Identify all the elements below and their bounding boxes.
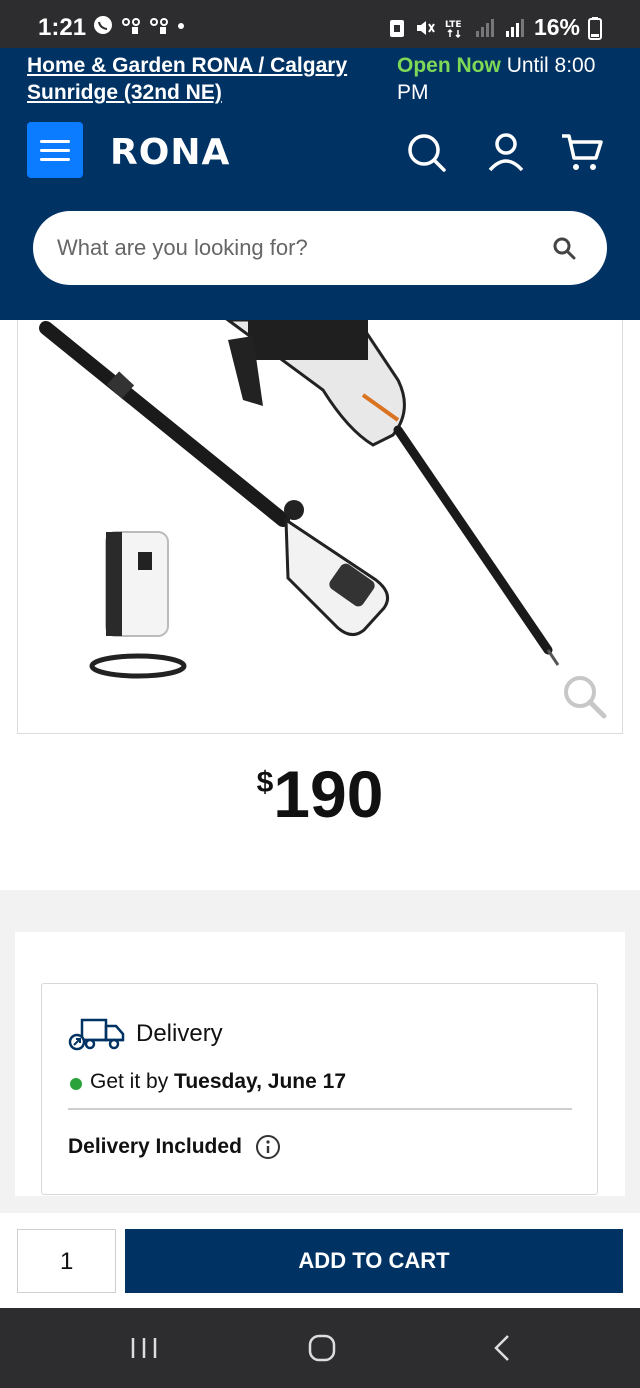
product-image[interactable] [17, 320, 623, 734]
info-icon[interactable] [255, 1134, 281, 1160]
menu-icon-line [40, 157, 70, 161]
rona-logo[interactable]: RONA [110, 132, 230, 173]
price-amount: 190 [273, 757, 384, 831]
voicemail-icon [150, 18, 168, 34]
store-name-link[interactable]: Home & Garden RONA / Calgary Sunridge (3… [27, 52, 377, 106]
product-price: $190 [0, 756, 640, 832]
delivery-date: Get it by Tuesday, June 17 [90, 1070, 346, 1094]
menu-button[interactable] [27, 122, 83, 178]
account-icon[interactable] [484, 130, 528, 174]
truck-icon [68, 1018, 125, 1051]
quantity-input[interactable]: 1 [17, 1229, 116, 1293]
search-icon[interactable] [404, 130, 448, 174]
notification-icons [92, 14, 186, 36]
status-bar: 1:21 LTE 16% [0, 0, 640, 48]
home-icon[interactable] [304, 1332, 340, 1364]
menu-icon-line [40, 139, 70, 143]
lte-icon: LTE [445, 20, 462, 38]
mute-icon [416, 20, 435, 35]
price-currency: $ [256, 766, 274, 799]
signal-icon [475, 18, 494, 37]
battery-saver-icon [389, 19, 404, 37]
add-to-cart-button[interactable]: ADD TO CART [125, 1229, 623, 1293]
whatsapp-icon [94, 16, 112, 34]
cart-icon[interactable] [560, 130, 604, 174]
system-icons: LTE 16% [388, 14, 602, 41]
divider [68, 1108, 572, 1110]
search-input[interactable]: What are you looking for? [57, 235, 308, 261]
search-bar[interactable]: What are you looking for? [33, 211, 607, 285]
back-icon[interactable] [484, 1332, 520, 1364]
svg-text:LTE: LTE [445, 20, 462, 30]
signal-icon [505, 18, 524, 37]
pole-saw-image [39, 320, 560, 679]
store-bar: Home & Garden RONA / Calgary Sunridge (3… [0, 48, 640, 106]
delivery-title: Delivery [136, 1020, 223, 1047]
add-to-cart-row: 1 ADD TO CART [0, 1213, 640, 1308]
site-header: RONA What are you looking for? [0, 106, 640, 320]
search-submit-icon[interactable] [551, 235, 577, 261]
delivery-option[interactable]: Delivery Get it by Tuesday, June 17 Deli… [41, 983, 598, 1195]
zoom-icon[interactable] [560, 672, 608, 720]
system-nav-bar [0, 1308, 640, 1388]
battery-icon [588, 16, 602, 40]
menu-icon-line [40, 148, 70, 152]
availability-dot [70, 1078, 82, 1090]
voicemail-icon [122, 18, 140, 34]
status-time: 1:21 [38, 14, 87, 41]
battery-percent: 16% [533, 14, 580, 40]
dot-icon [178, 23, 184, 29]
delivery-included: Delivery Included [68, 1135, 242, 1158]
recent-apps-icon[interactable] [126, 1332, 162, 1364]
store-hours: Open Now Until 8:00 PM [397, 52, 617, 106]
delivery-date-value: Tuesday, June 17 [174, 1070, 347, 1093]
delivery-date-prefix: Get it by [90, 1070, 169, 1093]
open-status: Open Now [397, 54, 501, 77]
